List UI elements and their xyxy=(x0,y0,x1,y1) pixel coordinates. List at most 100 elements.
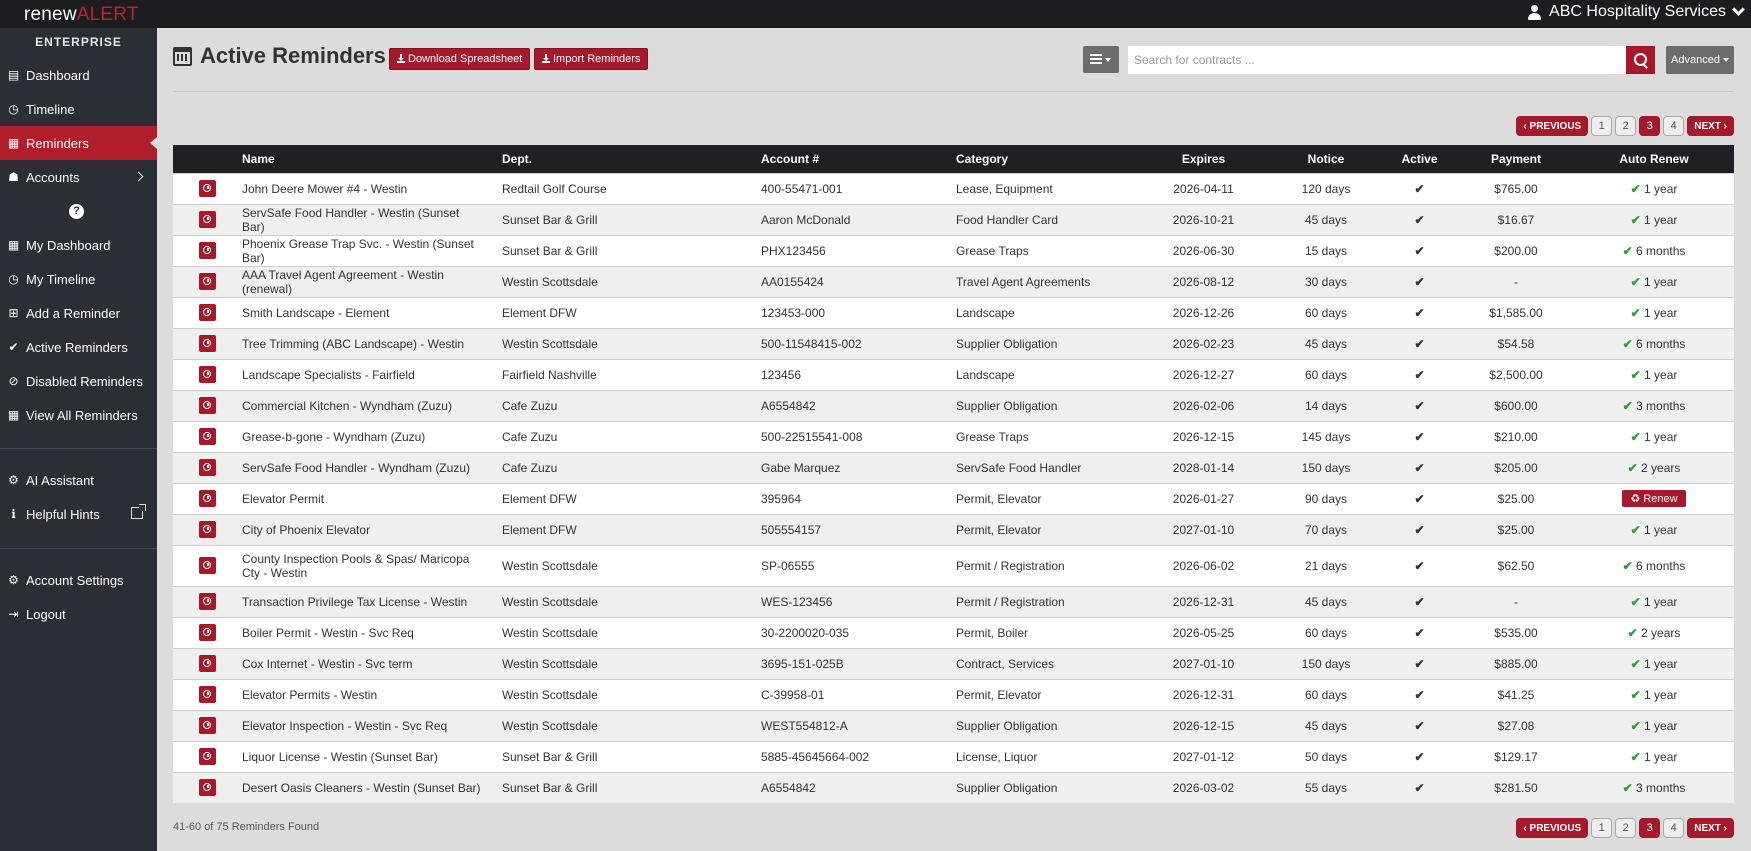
disable-reminder-icon[interactable] xyxy=(199,521,216,538)
disable-reminder-icon[interactable] xyxy=(199,459,216,476)
table-row[interactable]: John Deere Mower #4 - Westin Redtail Golf… xyxy=(173,172,1734,204)
sidebar-item-accounts[interactable]: ☗ Accounts xyxy=(0,160,157,194)
disable-reminder-icon[interactable] xyxy=(199,304,216,321)
sidebar-item-active-reminders[interactable]: ✔ Active Reminders xyxy=(0,330,157,364)
cell-name-text[interactable]: Elevator Inspection - Westin - Svc Req xyxy=(242,719,447,733)
table-row[interactable]: Phoenix Grease Trap Svc. - Westin (Sunse… xyxy=(173,234,1734,266)
import-reminders-button[interactable]: Import Reminders xyxy=(534,48,649,70)
table-row[interactable]: Cox Internet - Westin - Svc term Westin S… xyxy=(173,647,1734,679)
table-row[interactable]: Smith Landscape - Element Element DFW 1234… xyxy=(173,296,1734,328)
column-header-payment[interactable]: Payment xyxy=(1458,145,1574,173)
cell-name-text[interactable]: Boiler Permit - Westin - Svc Req xyxy=(242,626,414,640)
table-row[interactable]: Desert Oasis Cleaners - Westin (Sunset B… xyxy=(173,771,1734,803)
cell-name-text[interactable]: Commercial Kitchen - Wyndham (Zuzu) xyxy=(242,399,452,413)
cell-name-text[interactable]: Elevator Permits - Westin xyxy=(242,688,377,702)
disable-reminder-icon[interactable] xyxy=(199,717,216,734)
page-1-button[interactable]: 1 xyxy=(1591,818,1613,838)
sidebar-item-my-dashboard[interactable]: ▦ My Dashboard xyxy=(0,228,157,262)
cell-name-text[interactable]: Grease-b-gone - Wyndham (Zuzu) xyxy=(242,430,425,444)
disable-reminder-icon[interactable] xyxy=(199,273,216,290)
download-spreadsheet-button[interactable]: Download Spreadsheet xyxy=(389,48,531,70)
disable-reminder-icon[interactable] xyxy=(199,686,216,703)
disable-reminder-icon[interactable] xyxy=(199,397,216,414)
cell-name-text[interactable]: Tree Trimming (ABC Landscape) - Westin xyxy=(242,337,464,351)
column-header-auto-renew[interactable]: Auto Renew xyxy=(1574,145,1734,173)
next-page-button[interactable]: NEXT › xyxy=(1687,116,1734,136)
disable-reminder-icon[interactable] xyxy=(199,557,216,574)
table-row[interactable]: Liquor License - Westin (Sunset Bar) Suns… xyxy=(173,740,1734,772)
disable-reminder-icon[interactable] xyxy=(199,655,216,672)
sidebar-item-timeline[interactable]: ◷ Timeline xyxy=(0,92,157,126)
app-logo[interactable]: renewALERT xyxy=(24,4,139,26)
column-header-notice[interactable]: Notice xyxy=(1271,145,1381,173)
disable-reminder-icon[interactable] xyxy=(199,779,216,797)
table-row[interactable]: Elevator Permits - Westin Westin Scottsda… xyxy=(173,678,1734,710)
sidebar-item-logout[interactable]: ⇥ Logout xyxy=(0,597,157,631)
table-row[interactable]: Boiler Permit - Westin - Svc Req Westin S… xyxy=(173,616,1734,648)
next-page-button[interactable]: NEXT › xyxy=(1687,818,1734,838)
table-row[interactable]: Commercial Kitchen - Wyndham (Zuzu) Cafe … xyxy=(173,389,1734,421)
cell-name-text[interactable]: County Inspection Pools & Spas/ Maricopa… xyxy=(242,552,482,580)
page-4-button[interactable]: 4 xyxy=(1663,116,1685,136)
table-row[interactable]: City of Phoenix Elevator Element DFW 50555… xyxy=(173,513,1734,545)
cell-name-text[interactable]: Desert Oasis Cleaners - Westin (Sunset B… xyxy=(242,781,481,795)
cell-name-text[interactable]: Smith Landscape - Element xyxy=(242,306,389,320)
disable-reminder-icon[interactable] xyxy=(199,748,216,765)
disable-reminder-icon[interactable] xyxy=(199,428,216,445)
sidebar-item-add-reminder[interactable]: ⊞ Add a Reminder xyxy=(0,296,157,330)
table-row[interactable]: Grease-b-gone - Wyndham (Zuzu) Cafe Zuzu 5… xyxy=(173,420,1734,452)
disable-reminder-icon[interactable] xyxy=(199,624,216,641)
table-row[interactable]: Elevator Inspection - Westin - Svc Req We… xyxy=(173,709,1734,741)
sidebar-item-my-timeline[interactable]: ◷ My Timeline xyxy=(0,262,157,296)
table-row[interactable]: Transaction Privilege Tax License - West… xyxy=(173,585,1734,617)
sidebar-item-helpful-hints[interactable]: ℹ Helpful Hints xyxy=(0,497,157,531)
cell-name-text[interactable]: ServSafe Food Handler - Wyndham (Zuzu) xyxy=(242,461,470,475)
cell-name-text[interactable]: Liquor License - Westin (Sunset Bar) xyxy=(242,750,438,764)
list-menu-button[interactable] xyxy=(1083,46,1119,73)
column-header-account[interactable]: Account # xyxy=(761,145,956,173)
table-row[interactable]: Landscape Specialists - Fairfield Fairfie… xyxy=(173,358,1734,390)
cell-name-text[interactable]: Cox Internet - Westin - Svc term xyxy=(242,657,413,671)
sidebar-item-account-settings[interactable]: ⚙ Account Settings xyxy=(0,563,157,597)
help-icon[interactable]: ? xyxy=(69,204,84,219)
sidebar-item-disabled-reminders[interactable]: ⊘ Disabled Reminders xyxy=(0,364,157,398)
disable-reminder-icon[interactable] xyxy=(199,593,216,610)
disable-reminder-icon[interactable] xyxy=(199,180,216,197)
table-row[interactable]: Elevator Permit Element DFW 395964 Permit, … xyxy=(173,482,1734,514)
column-header-expires[interactable]: Expires xyxy=(1136,145,1271,173)
disable-reminder-icon[interactable] xyxy=(199,335,216,352)
disable-reminder-icon[interactable] xyxy=(199,242,216,259)
page-2-button[interactable]: 2 xyxy=(1615,116,1637,136)
sidebar-item-dashboard[interactable]: ▤ Dashboard xyxy=(0,58,157,92)
page-2-button[interactable]: 2 xyxy=(1615,818,1637,838)
user-menu[interactable]: ABC Hospitality Services xyxy=(1528,3,1745,21)
table-row[interactable]: ServSafe Food Handler - Wyndham (Zuzu) Ca… xyxy=(173,451,1734,483)
column-header-category[interactable]: Category xyxy=(956,145,1136,173)
page-1-button[interactable]: 1 xyxy=(1591,116,1613,136)
previous-page-button[interactable]: ‹ PREVIOUS xyxy=(1516,818,1589,838)
table-row[interactable]: Tree Trimming (ABC Landscape) - Westin We… xyxy=(173,327,1734,359)
cell-name-text[interactable]: Landscape Specialists - Fairfield xyxy=(242,368,415,382)
advanced-search-button[interactable]: Advanced xyxy=(1666,46,1734,74)
table-row[interactable]: County Inspection Pools & Spas/ Maricopa… xyxy=(173,544,1734,586)
renew-button[interactable]: ♻ Renew xyxy=(1622,490,1686,507)
cell-name-text[interactable]: AAA Travel Agent Agreement - Westin (ren… xyxy=(242,268,482,296)
column-header-name[interactable]: Name xyxy=(242,145,502,173)
disable-reminder-icon[interactable] xyxy=(199,211,216,228)
cell-name-text[interactable]: Phoenix Grease Trap Svc. - Westin (Sunse… xyxy=(242,237,482,265)
table-row[interactable]: AAA Travel Agent Agreement - Westin (ren… xyxy=(173,265,1734,297)
cell-name-text[interactable]: Transaction Privilege Tax License - West… xyxy=(242,595,467,609)
disable-reminder-icon[interactable] xyxy=(199,366,216,383)
page-4-button[interactable]: 4 xyxy=(1663,818,1685,838)
previous-page-button[interactable]: ‹ PREVIOUS xyxy=(1516,116,1589,136)
sidebar-item-view-all-reminders[interactable]: ▦ View All Reminders xyxy=(0,398,157,432)
cell-name-text[interactable]: Elevator Permit xyxy=(242,492,324,506)
table-row[interactable]: ServSafe Food Handler - Westin (Sunset B… xyxy=(173,203,1734,235)
sidebar-item-ai-assistant[interactable]: ⚙ AI Assistant xyxy=(0,463,157,497)
disable-reminder-icon[interactable] xyxy=(199,490,216,507)
page-3-button[interactable]: 3 xyxy=(1639,116,1661,136)
search-input[interactable] xyxy=(1128,46,1626,74)
cell-name-text[interactable]: City of Phoenix Elevator xyxy=(242,523,370,537)
sidebar-item-reminders[interactable]: ▦ Reminders xyxy=(0,126,157,160)
column-header-dept[interactable]: Dept. xyxy=(502,145,761,173)
